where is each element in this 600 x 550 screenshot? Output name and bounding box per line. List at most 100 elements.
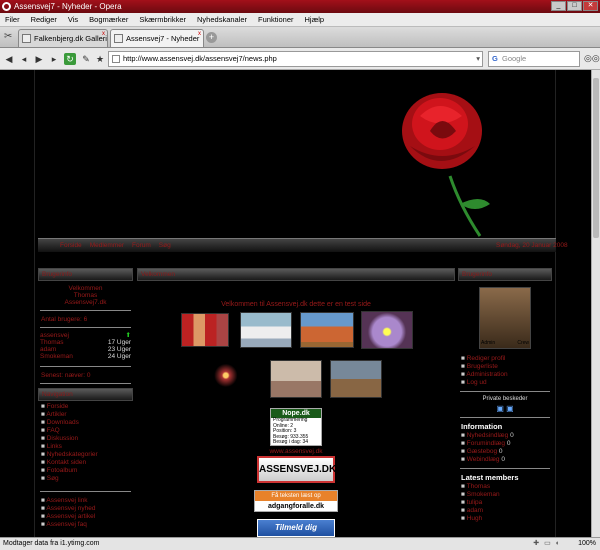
user-row[interactable]: adam 23 Uger bbox=[38, 346, 133, 353]
divider bbox=[40, 383, 131, 384]
welcome-text: Velkommen til Assensvej.dk dette er en t… bbox=[221, 301, 371, 308]
nav-link[interactable]: ■ Nyhedskategorier bbox=[41, 451, 133, 459]
user-last-seen: 24 Uger bbox=[107, 353, 131, 360]
latest-member[interactable]: ■ tulipa bbox=[461, 499, 552, 507]
bookmark-star-icon[interactable]: ★ bbox=[94, 53, 106, 65]
divider bbox=[460, 417, 550, 418]
window-titlebar: Assensvej7 - Nyheder - Opera _ □ ✕ bbox=[0, 0, 600, 13]
menu-widgets[interactable]: Skærmbrikker bbox=[139, 13, 186, 26]
tab-gallery[interactable]: Falkenbjerg.dk Galleri... x bbox=[18, 29, 108, 47]
chevron-down-icon[interactable]: ▾ bbox=[476, 52, 480, 66]
tools-icon[interactable]: ✂ bbox=[4, 31, 16, 43]
info-item[interactable]: ■ Gæstebog 0 bbox=[461, 448, 552, 456]
site-nav-sog[interactable]: Søg bbox=[159, 239, 171, 253]
tab-close-icon[interactable]: x bbox=[102, 30, 105, 38]
nav-link[interactable]: ■ Kontakt siden bbox=[41, 459, 133, 467]
signup-banner[interactable]: Tilmeld dig bbox=[257, 519, 335, 537]
tab-news[interactable]: Assensvej7 - Nyheder x bbox=[110, 29, 204, 47]
forward-icon[interactable]: ▶ bbox=[33, 53, 45, 65]
assensvej-banner[interactable]: ASSENSVEJ.DK bbox=[257, 456, 336, 483]
gallery-thumbnail[interactable] bbox=[181, 313, 229, 347]
close-window-button[interactable]: ✕ bbox=[583, 1, 598, 11]
edit-icon[interactable]: ✎ bbox=[80, 53, 92, 65]
latest-member[interactable]: ■ adam bbox=[461, 507, 552, 515]
outbox-icon[interactable]: ▣ bbox=[506, 404, 514, 413]
puzzle-icon[interactable]: ✚ bbox=[533, 538, 539, 550]
user-link[interactable]: ■ Rediger profil bbox=[461, 355, 552, 363]
avatar-caption: Admin bbox=[481, 340, 496, 346]
adgangforalle-banner[interactable]: Få teksten læst op adgangforalle.dk bbox=[254, 490, 338, 512]
info-item[interactable]: ■ Forumindlæg 0 bbox=[461, 440, 552, 448]
menu-file[interactable]: Filer bbox=[5, 13, 20, 26]
maximize-button[interactable]: □ bbox=[567, 1, 582, 11]
nav-link[interactable]: ■ Diskussion bbox=[41, 435, 133, 443]
nav-link[interactable]: ■ Links bbox=[41, 443, 133, 451]
camel-thumbnail[interactable] bbox=[270, 360, 322, 398]
divider bbox=[40, 327, 131, 328]
user-link[interactable]: ■ Log ud bbox=[461, 379, 552, 387]
divider bbox=[460, 468, 550, 469]
divider bbox=[40, 310, 131, 311]
back-icon[interactable]: ◀ bbox=[3, 53, 15, 65]
user-link[interactable]: ■ Brugerliste bbox=[461, 363, 552, 371]
user-row[interactable]: Thomas 17 Uger bbox=[38, 339, 133, 346]
search-input[interactable]: G Google bbox=[488, 51, 580, 67]
vertical-scrollbar[interactable] bbox=[591, 70, 600, 537]
status-icons: ✚ ▭ ◐ bbox=[533, 538, 560, 550]
nope-counter-widget[interactable]: Nope.dk Programmering Online: 2 Position… bbox=[270, 408, 322, 446]
nav-link[interactable]: ■ Fotoalbum bbox=[41, 467, 133, 475]
zoom-level[interactable]: 100% bbox=[578, 538, 596, 550]
tab-label: Falkenbjerg.dk Galleri... bbox=[34, 34, 108, 43]
nav-link[interactable]: ■ Søg bbox=[41, 475, 133, 483]
site-nav-forside[interactable]: Forside bbox=[60, 239, 82, 253]
menu-bookmarks[interactable]: Bogmærker bbox=[89, 13, 128, 26]
menu-help[interactable]: Hjælp bbox=[304, 13, 324, 26]
eclipse-thumbnail[interactable] bbox=[211, 360, 259, 398]
address-input[interactable]: http://www.assensvej.dk/assensvej7/news.… bbox=[108, 51, 483, 67]
menu-edit[interactable]: Rediger bbox=[31, 13, 57, 26]
user-link[interactable]: ■ Administration bbox=[461, 371, 552, 379]
info-item[interactable]: ■ Webindlæg 0 bbox=[461, 456, 552, 464]
speaker-icon[interactable]: ◐ bbox=[556, 538, 560, 550]
latest-member[interactable]: ■ Hugh bbox=[461, 515, 552, 523]
rock-arch-thumbnail[interactable] bbox=[300, 312, 354, 348]
address-text: http://www.assensvej.dk/assensvej7/news.… bbox=[123, 54, 277, 63]
pm-icons: ▣ ▣ bbox=[458, 404, 552, 413]
glasses-icon[interactable]: ◎◎ bbox=[584, 53, 600, 64]
site-nav-medlemmer[interactable]: Medlemmer bbox=[90, 239, 124, 253]
latest-member[interactable]: ■ Thomas bbox=[461, 483, 552, 491]
opera-logo-icon bbox=[2, 2, 11, 11]
nav-link[interactable]: ■ Forside bbox=[41, 403, 133, 411]
welcome-username: Thomas bbox=[73, 292, 98, 299]
extra-link[interactable]: ■ Assensvej faq bbox=[41, 521, 133, 529]
lotus-thumbnail[interactable] bbox=[361, 311, 413, 349]
nav-link[interactable]: ■ FAQ bbox=[41, 427, 133, 435]
menu-tools[interactable]: Funktioner bbox=[258, 13, 293, 26]
nav-link[interactable]: ■ Downloads bbox=[41, 419, 133, 427]
tab-close-icon[interactable]: x bbox=[198, 30, 201, 38]
rewind-icon[interactable]: ◂ bbox=[18, 53, 30, 65]
new-tab-button[interactable]: + bbox=[206, 32, 217, 43]
site-nav-forum[interactable]: Forum bbox=[132, 239, 151, 253]
nav-link[interactable]: ■ Artikler bbox=[41, 411, 133, 419]
extra-link[interactable]: ■ Assensvej artikel bbox=[41, 513, 133, 521]
extra-link[interactable]: ■ Assensvej link bbox=[41, 497, 133, 505]
user-row[interactable]: Smokeman 24 Uger bbox=[38, 353, 133, 360]
menu-view[interactable]: Vis bbox=[68, 13, 78, 26]
bear-thumbnail[interactable] bbox=[330, 360, 382, 398]
inbox-icon[interactable]: ▣ bbox=[496, 404, 504, 413]
avatar-caption: Crew bbox=[517, 340, 529, 346]
user-row[interactable]: assensvej ⬆ bbox=[38, 332, 133, 339]
user-name: adam bbox=[40, 346, 57, 353]
minimize-button[interactable]: _ bbox=[551, 1, 566, 11]
extra-link[interactable]: ■ Assensvej nyhed bbox=[41, 505, 133, 513]
info-item[interactable]: ■ Nyhedsindlæg 0 bbox=[461, 432, 552, 440]
display-icon[interactable]: ▭ bbox=[544, 538, 551, 550]
fast-forward-icon[interactable]: ▸ bbox=[48, 53, 60, 65]
latest-member[interactable]: ■ Smokeman bbox=[461, 491, 552, 499]
site-link[interactable]: www.assensvej.dk bbox=[137, 448, 455, 455]
menu-feeds[interactable]: Nyhedskanaler bbox=[197, 13, 247, 26]
polar-bear-thumbnail[interactable] bbox=[240, 312, 292, 348]
reload-icon[interactable]: ↻ bbox=[64, 53, 76, 65]
scrollbar-thumb[interactable] bbox=[593, 78, 599, 238]
